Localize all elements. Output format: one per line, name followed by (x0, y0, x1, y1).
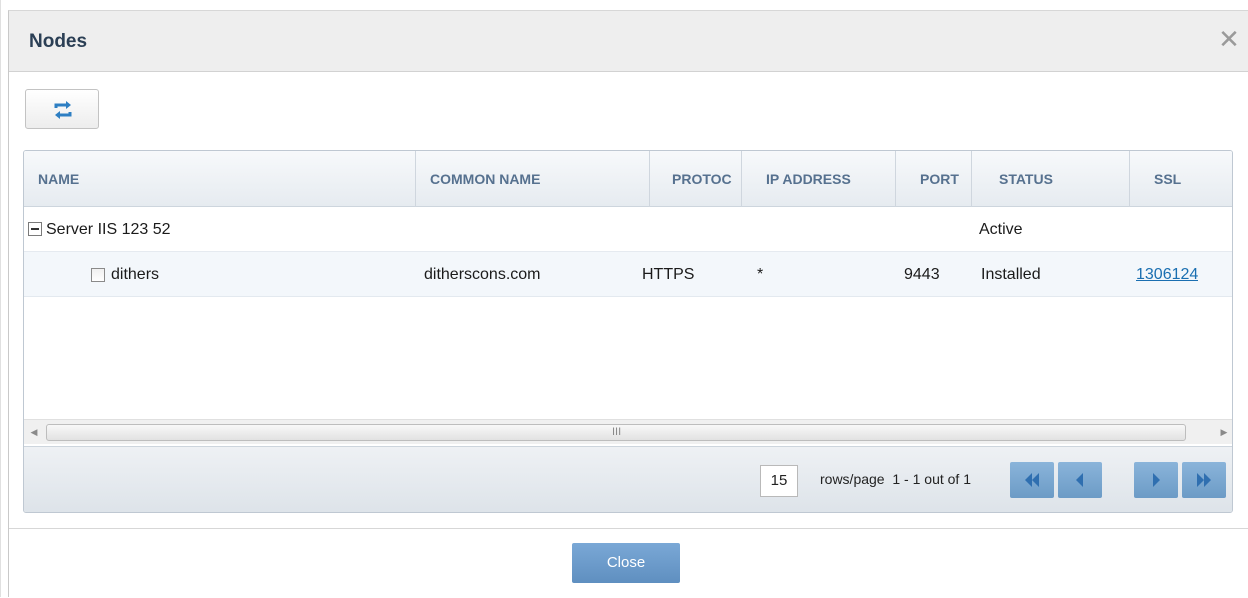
pagination-bar: 15 rows/page 1 - 1 out of 1 (24, 446, 1232, 512)
scroll-thumb[interactable]: III (46, 424, 1186, 441)
first-page-button[interactable] (1010, 462, 1054, 498)
rows-per-page-input[interactable]: 15 (760, 465, 798, 497)
scroll-left-icon[interactable]: ◀ (24, 420, 44, 445)
group-name: Server IIS 123 52 (46, 221, 171, 238)
row-name: dithers (111, 266, 160, 283)
column-header-status[interactable]: STATUS (972, 151, 1130, 207)
refresh-icon (54, 101, 72, 119)
column-header-common-name[interactable]: COMMON NAME (416, 151, 650, 207)
row-protocol: HTTPS (642, 266, 695, 283)
scroll-grip: III (612, 426, 622, 438)
prev-page-button[interactable] (1058, 462, 1102, 498)
last-page-icon (1197, 473, 1211, 487)
row-checkbox[interactable] (91, 268, 105, 282)
column-header-ip-address[interactable]: IP ADDRESS (742, 151, 896, 207)
dialog-footer: Close (9, 528, 1248, 598)
collapse-icon[interactable] (28, 222, 42, 236)
pager-info: rows/page 1 - 1 out of 1 (820, 471, 971, 487)
column-header-name[interactable]: NAME (24, 151, 416, 207)
next-page-button[interactable] (1134, 462, 1178, 498)
horizontal-scrollbar[interactable]: ◀ III ▶ (24, 419, 1232, 445)
scroll-right-icon[interactable]: ▶ (1214, 420, 1232, 445)
next-page-icon (1153, 473, 1160, 487)
row-common-name: ditherscons.com (424, 266, 541, 283)
column-header-port[interactable]: PORT (896, 151, 972, 207)
group-row[interactable]: Server IIS 123 52 Active (24, 207, 1232, 252)
dialog-title: Nodes (29, 31, 88, 52)
grid-header: NAME COMMON NAME PROTOC IP ADDRESS PORT … (24, 151, 1232, 207)
close-icon[interactable]: ✕ (1217, 26, 1241, 52)
group-status: Active (979, 221, 1023, 238)
refresh-button[interactable] (25, 89, 99, 129)
column-header-protocol[interactable]: PROTOC (650, 151, 742, 207)
column-header-ssl[interactable]: SSL (1130, 151, 1232, 207)
prev-page-icon (1076, 473, 1083, 487)
ssl-link[interactable]: 1306124 (1136, 252, 1198, 297)
row-port: 9443 (904, 266, 940, 283)
nodes-grid: NAME COMMON NAME PROTOC IP ADDRESS PORT … (23, 150, 1233, 513)
last-page-button[interactable] (1182, 462, 1226, 498)
rows-per-page-label: rows/page (820, 471, 885, 487)
table-row[interactable]: dithers ditherscons.com HTTPS * 9443 Ins… (24, 252, 1232, 297)
background-edge (0, 0, 1, 597)
dialog-header: Nodes ✕ (9, 11, 1248, 72)
row-ip-address: * (757, 266, 764, 283)
row-status: Installed (981, 266, 1041, 283)
nodes-dialog: Nodes ✕ NAME COMMON NAME PROTOC IP ADDRE… (8, 10, 1248, 598)
page-range: 1 - 1 out of 1 (892, 471, 971, 487)
close-button[interactable]: Close (572, 543, 680, 583)
first-page-icon (1025, 473, 1039, 487)
